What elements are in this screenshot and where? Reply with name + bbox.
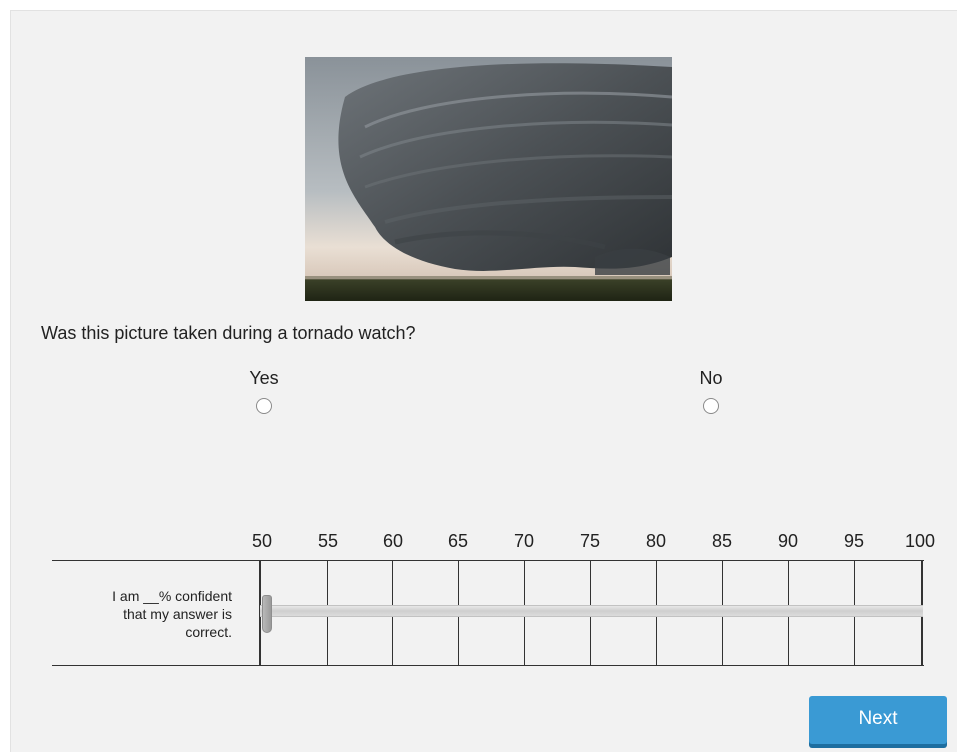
confidence-label-line: I am __% confident xyxy=(112,588,232,604)
no-radio[interactable] xyxy=(703,398,719,414)
scale-tick-label: 75 xyxy=(579,531,601,551)
scale-tick-label: 100 xyxy=(904,531,936,551)
confidence-slider-handle[interactable] xyxy=(262,595,272,633)
yes-radio[interactable] xyxy=(256,398,272,414)
confidence-slider-track[interactable] xyxy=(260,605,923,617)
question-text: Was this picture taken during a tornado … xyxy=(41,323,416,343)
choice-no[interactable]: No xyxy=(671,368,751,414)
scale-tick-label: 55 xyxy=(317,531,339,551)
choice-yes[interactable]: Yes xyxy=(224,368,304,414)
survey-page: Was this picture taken during a tornado … xyxy=(10,10,957,752)
storm-photo xyxy=(305,57,672,301)
confidence-scale: I am __% confident that my answer is cor… xyxy=(52,560,924,666)
confidence-label: I am __% confident that my answer is cor… xyxy=(82,587,232,641)
scale-tick-label: 85 xyxy=(711,531,733,551)
scale-tick-label: 60 xyxy=(382,531,404,551)
next-button[interactable]: Next xyxy=(809,696,947,744)
choice-yes-label: Yes xyxy=(249,368,279,388)
confidence-label-line: that my answer is xyxy=(123,606,232,622)
supercell-storm-image xyxy=(305,57,672,301)
scale-tick-label: 70 xyxy=(513,531,535,551)
scale-tick-label: 95 xyxy=(843,531,865,551)
scale-tick-label: 80 xyxy=(645,531,667,551)
scale-tick-label: 65 xyxy=(447,531,469,551)
choice-no-label: No xyxy=(699,368,723,388)
scale-tick-label: 90 xyxy=(777,531,799,551)
confidence-label-line: correct. xyxy=(185,624,232,640)
scale-tick-label: 50 xyxy=(251,531,273,551)
